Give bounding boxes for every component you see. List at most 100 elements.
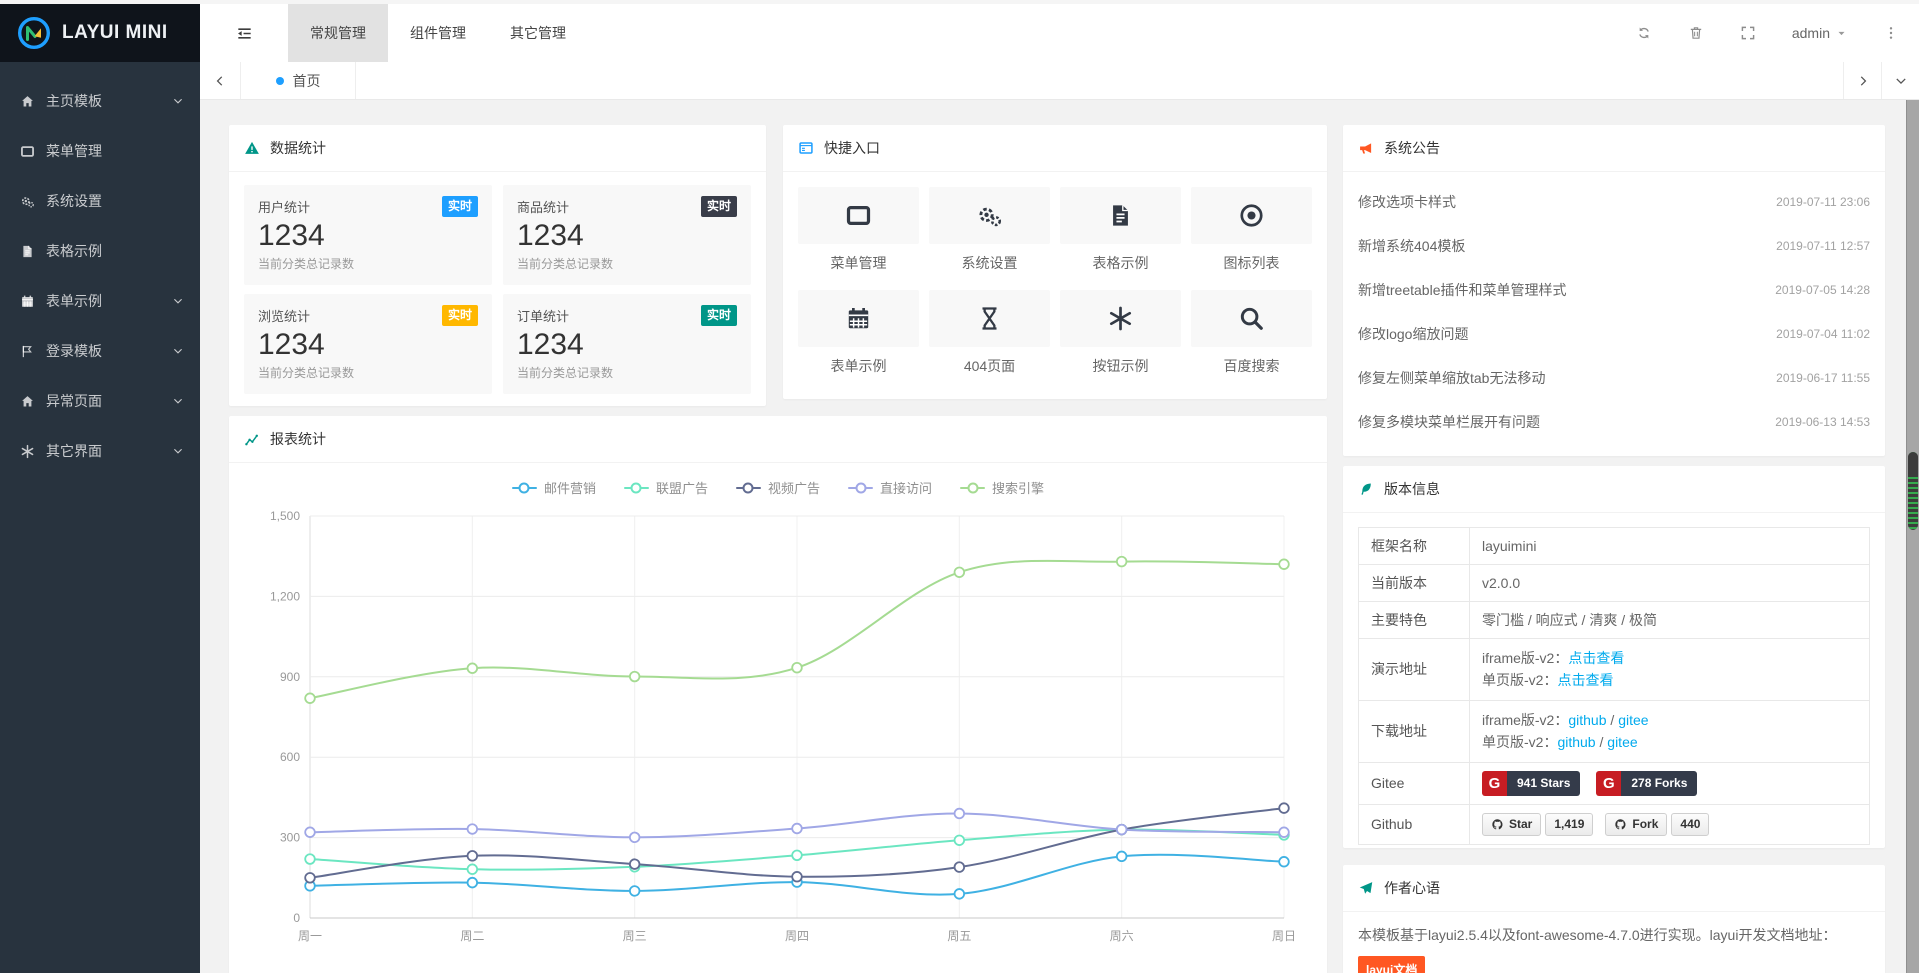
svg-text:周五: 周五 (947, 929, 971, 943)
quick-entry-1[interactable]: 系统设置 (929, 187, 1050, 273)
author-words-title: 作者心语 (1384, 878, 1440, 898)
quick-entry-4[interactable]: 表单示例 (798, 290, 919, 376)
sidebar-item-7[interactable]: 其它界面 (0, 426, 200, 476)
quick-entry-2[interactable]: 表格示例 (1060, 187, 1181, 273)
report-statistics-header: 报表统计 (229, 416, 1327, 463)
announcements-list: 修改选项卡样式2019-07-11 23:06新增系统404模板2019-07-… (1343, 172, 1885, 444)
svg-text:1,200: 1,200 (270, 589, 300, 603)
quick-entry-0[interactable]: 菜单管理 (798, 187, 919, 273)
legend-item-3[interactable]: 直接访问 (848, 478, 932, 497)
github-star-badge[interactable]: Star1,419 (1482, 813, 1593, 836)
gitee-g-icon: G (1596, 771, 1621, 796)
stat-value: 1234 (517, 327, 737, 363)
quick-entry-3[interactable]: 图标列表 (1191, 187, 1312, 273)
gitee-badge[interactable]: G941 Stars (1482, 771, 1580, 796)
header-actions: admin (1636, 4, 1919, 62)
svg-text:300: 300 (280, 831, 300, 845)
link-点击查看[interactable]: 点击查看 (1568, 650, 1624, 666)
window-icon (798, 187, 919, 244)
stat-label: 商品统计 (517, 197, 569, 216)
header-tab-1[interactable]: 组件管理 (388, 4, 488, 62)
fullscreen-icon (1740, 25, 1756, 41)
page-scrollbar[interactable] (1906, 100, 1919, 973)
announcement-time: 2019-07-05 14:28 (1775, 283, 1870, 297)
window-icon (20, 144, 46, 159)
header-tab-0[interactable]: 常规管理 (288, 4, 388, 62)
quick-entry-label: 404页面 (929, 356, 1050, 376)
realtime-badge: 实时 (442, 196, 478, 217)
sidebar-item-0[interactable]: 主页模板 (0, 76, 200, 126)
announcement-row-1[interactable]: 新增系统404模板2019-07-11 12:57 (1358, 224, 1870, 268)
sidebar-item-6[interactable]: 异常页面 (0, 376, 200, 426)
sidebar-item-5[interactable]: 登录模板 (0, 326, 200, 376)
link-点击查看[interactable]: 点击查看 (1557, 672, 1613, 688)
gears-icon (929, 187, 1050, 244)
alert-triangle-icon (244, 140, 260, 156)
announcement-time: 2019-07-11 23:06 (1776, 195, 1870, 209)
quick-entry-5[interactable]: 404页面 (929, 290, 1050, 376)
logo[interactable]: LAYUI MINI (0, 4, 200, 62)
announcement-time: 2019-07-11 12:57 (1776, 239, 1870, 253)
clear-cache-button[interactable] (1688, 25, 1704, 41)
sidebar-item-4[interactable]: 表单示例 (0, 276, 200, 326)
refresh-button[interactable] (1636, 25, 1652, 41)
legend-label: 直接访问 (880, 478, 932, 497)
github-fork-badge[interactable]: Fork440 (1605, 813, 1709, 836)
quick-entry-card: 快捷入口 菜单管理系统设置表格示例图标列表表单示例 404页面按钮示例百度搜索 (783, 125, 1327, 399)
stat-box-2: 浏览统计实时1234当前分类总记录数 (244, 294, 492, 394)
layui-doc-badge[interactable]: layui文档 (1358, 956, 1425, 973)
tab-operations-button[interactable] (1881, 62, 1919, 99)
header-tab-2[interactable]: 其它管理 (488, 4, 588, 62)
announcement-row-4[interactable]: 修复左侧菜单缩放tab无法移动2019-06-17 11:55 (1358, 356, 1870, 400)
sidebar-item-2[interactable]: 系统设置 (0, 176, 200, 226)
link-gitee[interactable]: gitee (1618, 712, 1648, 728)
announcement-row-3[interactable]: 修改logo缩放问题2019-07-04 11:02 (1358, 312, 1870, 356)
tab-scroll-left-button[interactable] (200, 62, 241, 99)
user-dropdown[interactable]: admin (1792, 25, 1847, 41)
announcement-time: 2019-06-13 14:53 (1775, 415, 1870, 429)
gitee-badge[interactable]: G278 Forks (1596, 771, 1697, 796)
version-row-label: Gitee (1359, 762, 1470, 804)
sidebar: LAYUI MINI 主页模板菜单管理系统设置表格示例表单示例登录模板异常页面其… (0, 4, 200, 973)
version-row-label: 当前版本 (1359, 565, 1470, 602)
announcement-row-2[interactable]: 新增treetable插件和菜单管理样式2019-07-05 14:28 (1358, 268, 1870, 312)
header-module-tabs: 常规管理组件管理其它管理 (288, 4, 588, 62)
version-row-label: Github (1359, 804, 1470, 844)
legend-item-0[interactable]: 邮件营销 (512, 478, 596, 497)
version-info-header: 版本信息 (1343, 466, 1885, 513)
scrollbar-thumb[interactable] (1908, 452, 1918, 530)
link-gitee[interactable]: gitee (1607, 734, 1637, 750)
trash-icon (1688, 25, 1704, 41)
legend-item-4[interactable]: 搜索引擎 (960, 478, 1044, 497)
stat-value: 1234 (258, 218, 478, 254)
version-row-value: G941 Stars G278 Forks (1470, 762, 1870, 804)
announcement-row-5[interactable]: 修复多模块菜单栏展开有问题 2019-06-13 14:53 (1358, 400, 1870, 444)
stat-description: 当前分类总记录数 (258, 255, 478, 272)
tab-home[interactable]: 首页 (241, 62, 356, 99)
link-github[interactable]: github (1568, 712, 1606, 728)
link-github[interactable]: github (1557, 734, 1595, 750)
menu-fold-icon (235, 24, 254, 43)
legend-item-1[interactable]: 联盟广告 (624, 478, 708, 497)
chevron-down-icon (1894, 74, 1908, 88)
announcement-text: 修复多模块菜单栏展开有问题 (1358, 412, 1540, 432)
report-statistics-title: 报表统计 (270, 429, 326, 449)
quick-entry-title: 快捷入口 (824, 138, 880, 158)
quick-entry-7[interactable]: 百度搜索 (1191, 290, 1312, 376)
legend-item-2[interactable]: 视频广告 (736, 478, 820, 497)
more-menu-button[interactable] (1883, 25, 1899, 41)
quick-entry-label: 系统设置 (929, 253, 1050, 273)
announcement-row-0[interactable]: 修改选项卡样式2019-07-11 23:06 (1358, 180, 1870, 224)
sidebar-item-1[interactable]: 菜单管理 (0, 126, 200, 176)
announcement-text: 修改logo缩放问题 (1358, 324, 1468, 344)
quick-entry-6[interactable]: 按钮示例 (1060, 290, 1181, 376)
version-row-value: layuimini (1470, 528, 1870, 565)
fullscreen-button[interactable] (1740, 25, 1756, 41)
menu-fold-button[interactable] (200, 4, 288, 62)
tab-scroll-right-button[interactable] (1843, 62, 1881, 99)
version-row-value: iframe版-v2：github / gitee单页版-v2：github /… (1470, 700, 1870, 762)
hourglass-icon (929, 290, 1050, 347)
sidebar-item-3[interactable]: 表格示例 (0, 226, 200, 276)
calendar-icon (20, 294, 46, 309)
svg-text:周六: 周六 (1110, 929, 1134, 943)
